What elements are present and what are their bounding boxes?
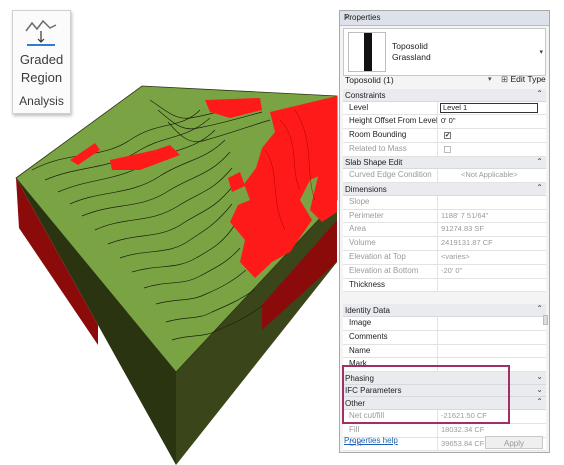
property-row-name[interactable]: Name (343, 344, 546, 359)
property-value: 18032.34 CF (441, 424, 485, 434)
property-row-related-to-mass: Related to Mass (343, 142, 546, 157)
property-label: Volume (343, 237, 438, 250)
type-selector[interactable]: Toposolid Grassland ▾ (343, 28, 546, 76)
graded-region-label-line1: Graded (19, 52, 64, 67)
type-preview-image (348, 32, 386, 72)
property-row-elevation-bottom: Elevation at Bottom -20' 0" (343, 264, 546, 279)
property-label: Elevation at Bottom (343, 264, 438, 278)
property-label: Fill (343, 423, 438, 437)
property-row-thickness[interactable]: Thickness (343, 278, 546, 293)
instance-filter[interactable]: Toposolid (1) ▾ ⊞ Edit Type (343, 73, 546, 87)
level-field[interactable]: Level 1 (440, 102, 538, 113)
related-to-mass-checkbox (444, 145, 451, 153)
section-slab-shape-edit[interactable]: Slab Shape Edit ⌃ (343, 156, 546, 170)
property-label: Name (343, 344, 438, 358)
property-row-image[interactable]: Image (343, 316, 546, 331)
property-row-comments[interactable]: Comments (343, 330, 546, 345)
close-icon[interactable]: ✕ (344, 13, 545, 22)
property-value: 39653.84 CF (441, 438, 485, 448)
edit-type-button[interactable]: ⊞ Edit Type (501, 74, 546, 85)
scrollbar-thumb[interactable] (543, 315, 548, 325)
instance-filter-label: Toposolid (1) (345, 75, 394, 85)
property-value: 91274.83 SF (441, 224, 484, 234)
property-value: <Not Applicable> (461, 170, 518, 180)
section-label: Constraints (345, 90, 386, 100)
property-value: -20' 0" (441, 265, 463, 275)
property-row-area: Area 91274.83 SF (343, 223, 546, 238)
properties-title-bar: Properties ✕ (340, 11, 549, 26)
section-spacer (343, 292, 546, 305)
property-label: Curved Edge Condition (343, 169, 438, 183)
property-row-curved-edge: Curved Edge Condition <Not Applicable> (343, 169, 546, 184)
property-value: <varies> (441, 251, 470, 261)
property-row-level[interactable]: Level Level 1 (343, 101, 546, 116)
graded-region-label-line2: Region (20, 70, 63, 85)
property-row-volume: Volume 2419131.87 CF (343, 237, 546, 251)
property-value[interactable]: 0' 0" (441, 115, 456, 128)
collapse-icon[interactable]: ⌃ (536, 183, 543, 192)
property-label: Elevation at Top (343, 250, 438, 264)
section-label: Identity Data (345, 305, 390, 315)
property-row-height-offset[interactable]: Height Offset From Level 0' 0" (343, 115, 546, 130)
properties-help-link[interactable]: Properties help (344, 436, 398, 445)
collapse-icon[interactable]: ⌃ (536, 89, 543, 98)
apply-button[interactable]: Apply (485, 436, 543, 449)
section-label: Dimensions (345, 184, 387, 194)
toposolid-3d-view[interactable] (0, 85, 340, 465)
section-constraints[interactable]: Constraints ⌃ (343, 89, 546, 102)
property-label: Perimeter (343, 209, 438, 223)
expand-icon[interactable]: ⌄ (536, 372, 543, 381)
property-label: Related to Mass (343, 142, 438, 156)
collapse-icon[interactable]: ⌃ (536, 397, 543, 406)
property-label: Thickness (343, 278, 438, 292)
property-label: Area (343, 223, 438, 237)
section-dimensions[interactable]: Dimensions ⌃ (343, 183, 546, 196)
room-bounding-checkbox[interactable]: ✔ (444, 132, 451, 140)
type-name: Grassland (392, 52, 431, 62)
cut-fill-highlight-box (342, 365, 510, 424)
property-label: Room Bounding (343, 129, 438, 142)
graded-region-icon (25, 19, 57, 46)
edit-type-label: Edit Type (510, 74, 546, 84)
property-label: Height Offset From Level (343, 115, 438, 129)
property-row-perimeter: Perimeter 1188' 7 51/64" (343, 209, 546, 224)
edit-type-icon: ⊞ (501, 74, 509, 84)
property-row-room-bounding[interactable]: Room Bounding ✔ (343, 129, 546, 143)
chevron-down-icon[interactable]: ▾ (539, 48, 543, 56)
property-row-slope: Slope (343, 195, 546, 210)
property-label: Slope (343, 195, 438, 209)
collapse-icon[interactable]: ⌃ (536, 157, 543, 166)
section-identity-data[interactable]: Identity Data ⌃ (343, 304, 546, 317)
property-value: 1188' 7 51/64" (441, 210, 489, 220)
expand-icon[interactable]: ⌄ (536, 385, 543, 394)
property-label: Comments (343, 330, 438, 344)
section-label: Slab Shape Edit (345, 158, 403, 168)
type-family: Toposolid (392, 41, 428, 51)
property-row-elevation-top: Elevation at Top <varies> (343, 250, 546, 265)
property-value: 2419131.87 CF (441, 238, 493, 248)
chevron-down-icon[interactable]: ▾ (488, 75, 492, 83)
collapse-icon[interactable]: ⌃ (536, 304, 543, 313)
property-label: Level (343, 101, 438, 115)
property-label: Image (343, 316, 438, 330)
